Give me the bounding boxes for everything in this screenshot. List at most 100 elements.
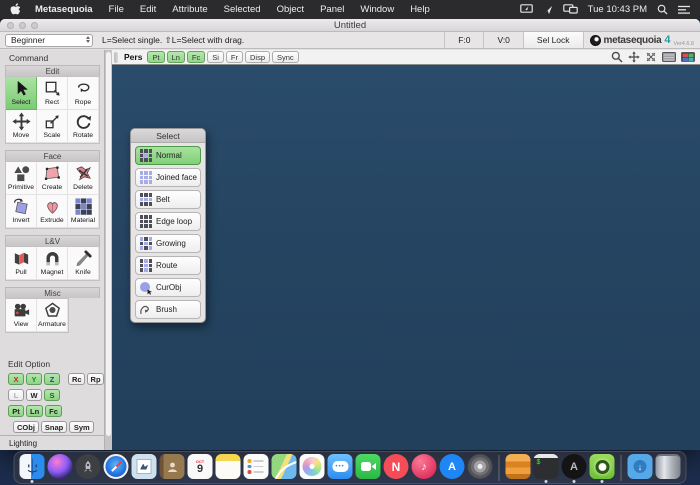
view-disp-button[interactable]: Disp: [244, 51, 270, 63]
dock-messages-icon[interactable]: •••: [327, 454, 353, 479]
menu-edit[interactable]: Edit: [132, 4, 164, 15]
dock-calendar-icon[interactable]: OCT 9: [187, 454, 213, 479]
tool-rect[interactable]: Rect: [37, 77, 68, 110]
tool-material[interactable]: Material: [68, 195, 99, 228]
dock-mail-icon[interactable]: [131, 454, 157, 479]
section-lv-header[interactable]: L&V: [5, 235, 100, 246]
select-mode-route[interactable]: Route: [135, 256, 201, 275]
sym-button[interactable]: Sym: [69, 421, 95, 433]
lighting-section-label[interactable]: Lighting: [0, 435, 104, 450]
view-si-toggle[interactable]: Si: [207, 51, 224, 63]
tool-primitive[interactable]: Primitive: [6, 162, 37, 195]
select-mode-curobj[interactable]: CurObj: [135, 278, 201, 297]
title-bar[interactable]: Untitled: [0, 19, 700, 32]
dock-terminal-icon[interactable]: $: [533, 454, 559, 479]
shading-mono-view-icon[interactable]: [662, 51, 676, 63]
menu-clock[interactable]: Tue 10:43 PM: [588, 4, 647, 15]
dock-facetime-icon[interactable]: [355, 454, 381, 479]
tool-select[interactable]: Select: [6, 77, 37, 110]
menu-help[interactable]: Help: [402, 4, 438, 15]
spotlight-search-icon[interactable]: [657, 4, 668, 15]
axis-z-toggle[interactable]: Z: [44, 373, 60, 385]
rc-toggle[interactable]: Rc: [68, 373, 86, 385]
select-mode-belt[interactable]: Belt: [135, 190, 201, 209]
tool-rotate[interactable]: Rotate: [68, 110, 99, 143]
dock-safari-icon[interactable]: [103, 454, 129, 479]
dock-contacts-icon[interactable]: [159, 454, 185, 479]
dock-notes-icon[interactable]: [215, 454, 241, 479]
sel-lock-button[interactable]: Sel Lock: [522, 32, 583, 48]
cobj-button[interactable]: CObj: [13, 421, 39, 433]
face-toggle[interactable]: Fc: [45, 405, 62, 417]
tool-pull[interactable]: Pull: [6, 247, 37, 280]
minimize-button[interactable]: [19, 22, 26, 29]
point-toggle[interactable]: Pt: [8, 405, 24, 417]
mode-select[interactable]: Beginner: [5, 33, 93, 47]
menu-object[interactable]: Object: [269, 4, 312, 15]
zoom-button[interactable]: [31, 22, 38, 29]
tool-extrude[interactable]: Extrude: [37, 195, 68, 228]
screen-share-icon[interactable]: [519, 4, 533, 15]
dock-launchpad-icon[interactable]: [75, 454, 101, 479]
axis-x-toggle[interactable]: X: [8, 373, 24, 385]
dock-maps-icon[interactable]: [271, 454, 297, 479]
tool-create[interactable]: Create: [37, 162, 68, 195]
dock-app-store-icon[interactable]: A: [439, 454, 465, 479]
dock-toolbox-icon[interactable]: [505, 454, 531, 479]
tool-rope[interactable]: Rope: [68, 77, 99, 110]
select-mode-joined-face[interactable]: Joined face: [135, 168, 201, 187]
axis-y-toggle[interactable]: Y: [26, 373, 42, 385]
view-fc-toggle[interactable]: Fc: [186, 51, 206, 63]
tool-invert[interactable]: Invert: [6, 195, 37, 228]
location-arrow-icon[interactable]: [543, 5, 553, 15]
dock-siri-icon[interactable]: [47, 454, 73, 479]
screen-toggle[interactable]: S: [44, 389, 60, 401]
orbit-view-icon[interactable]: [645, 51, 657, 63]
menu-file[interactable]: File: [101, 4, 132, 15]
close-button[interactable]: [7, 22, 14, 29]
pan-view-icon[interactable]: [628, 51, 640, 63]
select-panel-title[interactable]: Select: [131, 129, 205, 143]
tool-scale[interactable]: Scale: [37, 110, 68, 143]
dock-system-preferences-icon[interactable]: [467, 454, 493, 479]
dock-photos-icon[interactable]: [299, 454, 325, 479]
tool-view[interactable]: View: [6, 299, 37, 332]
dock-itunes-icon[interactable]: ♪: [411, 454, 437, 479]
dock-finder-icon[interactable]: [19, 454, 45, 479]
select-mode-edge-loop[interactable]: Edge loop: [135, 212, 201, 231]
menu-selected[interactable]: Selected: [216, 4, 269, 15]
local-toggle[interactable]: L: [8, 389, 24, 401]
dock-metasequoia-icon[interactable]: [589, 454, 615, 479]
menu-window[interactable]: Window: [352, 4, 402, 15]
view-ln-toggle[interactable]: Ln: [166, 51, 185, 63]
select-mode-growing[interactable]: Growing: [135, 234, 201, 253]
dock-audio-app-icon[interactable]: A: [561, 454, 587, 479]
perspective-label[interactable]: Pers: [124, 52, 142, 62]
notification-center-icon[interactable]: [678, 5, 690, 15]
section-edit-header[interactable]: Edit: [5, 65, 100, 76]
view-fr-toggle[interactable]: Fr: [225, 51, 243, 63]
scrollbar-thumb[interactable]: [106, 52, 111, 436]
select-mode-normal[interactable]: Normal: [135, 146, 201, 165]
menu-app-name[interactable]: Metasequoia: [27, 4, 101, 15]
dock-downloads-folder-icon[interactable]: ↓: [627, 454, 653, 479]
tool-magnet[interactable]: Magnet: [37, 247, 68, 280]
tool-move[interactable]: Move: [6, 110, 37, 143]
snap-button[interactable]: Snap: [40, 421, 68, 433]
tool-armature[interactable]: Armature: [37, 299, 68, 332]
view-pt-toggle[interactable]: Pt: [147, 51, 165, 63]
section-misc-header[interactable]: Misc: [5, 287, 100, 298]
zoom-view-icon[interactable]: [611, 51, 623, 63]
shading-color-view-icon[interactable]: [681, 51, 695, 63]
menu-attribute[interactable]: Attribute: [164, 4, 215, 15]
line-toggle[interactable]: Ln: [26, 405, 44, 417]
sidebar-scrollbar[interactable]: [104, 50, 112, 450]
apple-menu-icon[interactable]: [10, 3, 21, 16]
world-toggle[interactable]: W: [26, 389, 42, 401]
panel-grip-handle[interactable]: [114, 51, 118, 63]
section-face-header[interactable]: Face: [5, 150, 100, 161]
menu-panel[interactable]: Panel: [312, 4, 352, 15]
displays-icon[interactable]: [562, 4, 578, 15]
dock-trash-icon[interactable]: [655, 454, 681, 479]
tool-delete[interactable]: Delete: [68, 162, 99, 195]
